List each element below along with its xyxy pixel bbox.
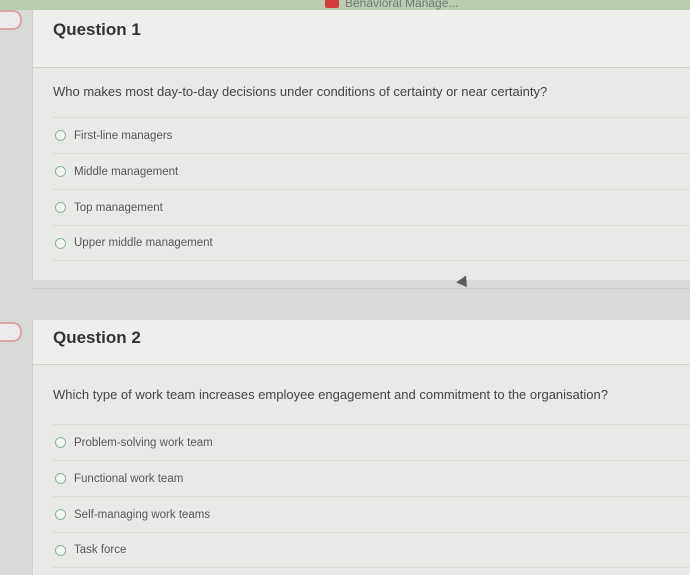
quiz-page: Behavioral Manage... Question 1 Who make… [0, 0, 690, 575]
course-badge-icon [325, 0, 339, 8]
question-2-option-2[interactable]: Functional work team [53, 460, 690, 496]
option-label: Functional work team [74, 472, 184, 485]
course-tab[interactable]: Behavioral Manage... [325, 0, 458, 10]
radio-button[interactable] [55, 509, 66, 520]
course-title: Behavioral Manage... [345, 0, 459, 10]
question-1-option-1[interactable]: First-line managers [53, 117, 690, 153]
question-2-title: Question 2 [33, 320, 690, 365]
question-1-option-3[interactable]: Top management [53, 189, 690, 225]
option-label: First-line managers [74, 129, 173, 142]
flag-question-1-icon[interactable] [0, 10, 22, 30]
option-label: Upper middle management [74, 237, 213, 249]
flag-question-2-icon[interactable] [0, 322, 22, 342]
radio-button[interactable] [55, 202, 66, 213]
option-label: Top management [74, 201, 163, 214]
question-2-option-4[interactable]: Task force [53, 532, 690, 568]
question-1-option-4[interactable]: Upper middle management [53, 225, 690, 261]
question-1-text: Who makes most day-to-day decisions unde… [53, 84, 548, 99]
question-2-card: Question 2 Which type of work team incre… [32, 320, 690, 575]
question-2-option-1[interactable]: Problem-solving work team [53, 424, 690, 460]
question-1-card: Question 1 Who makes most day-to-day dec… [32, 10, 690, 280]
question-1-options: First-line managers Middle management To… [53, 117, 690, 261]
question-1-option-2[interactable]: Middle management [53, 153, 690, 189]
option-label: Middle management [74, 165, 179, 178]
radio-button[interactable] [55, 237, 66, 249]
question-2-options: Problem-solving work team Functional wor… [53, 424, 690, 568]
radio-button[interactable] [55, 437, 66, 448]
question-2-option-3[interactable]: Self-managing work teams [53, 496, 690, 532]
question-1-title: Question 1 [33, 10, 690, 68]
question-2-text: Which type of work team increases employ… [53, 387, 608, 402]
option-label: Task force [74, 544, 127, 556]
radio-button[interactable] [55, 544, 66, 556]
option-label: Problem-solving work team [74, 436, 213, 449]
radio-button[interactable] [55, 473, 66, 484]
divider [32, 288, 690, 289]
option-label: Self-managing work teams [74, 508, 211, 521]
radio-button[interactable] [55, 130, 66, 141]
radio-button[interactable] [55, 166, 66, 177]
